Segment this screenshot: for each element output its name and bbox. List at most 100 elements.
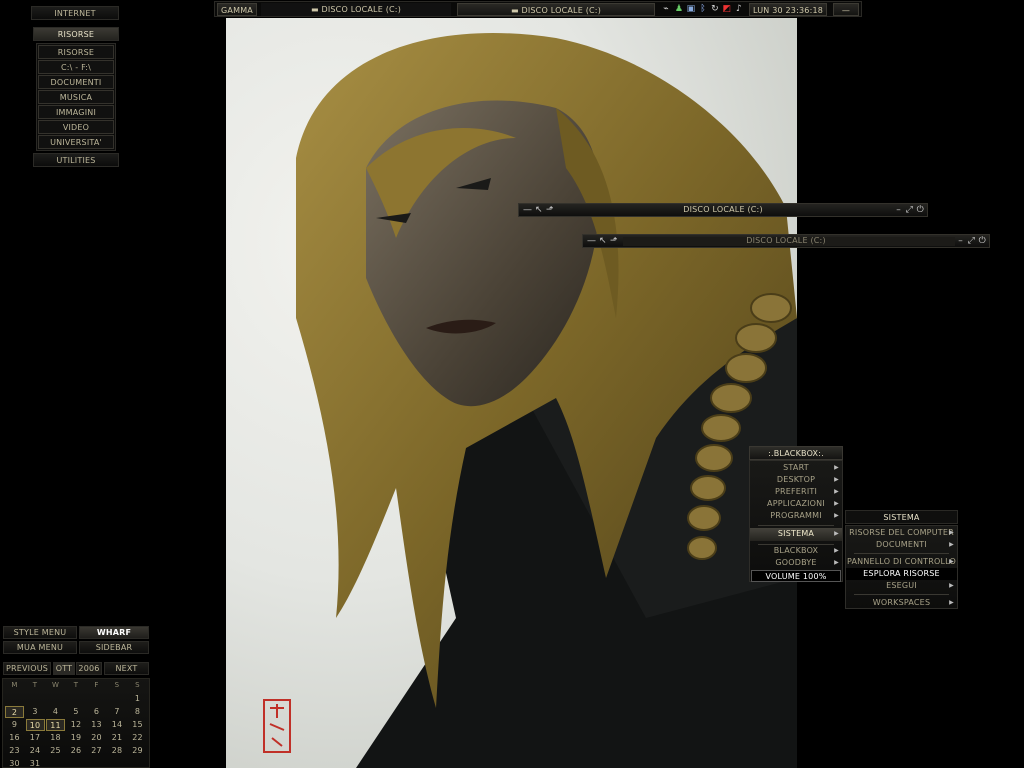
sidebar-item-video[interactable]: VIDEO: [38, 120, 114, 134]
workspace-label[interactable]: GAMMA: [217, 3, 257, 16]
menu-item-risorse-del-computer[interactable]: RISORSE DEL COMPUTER ▶: [846, 527, 957, 539]
menu-item-documenti[interactable]: DOCUMENTI ▶: [846, 539, 957, 551]
calendar-day[interactable]: 27: [87, 745, 106, 757]
calendar-day[interactable]: 3: [26, 706, 45, 718]
calendar-day[interactable]: 8: [128, 706, 147, 718]
sidebar-internet[interactable]: INTERNET: [31, 6, 119, 20]
speaker-icon[interactable]: ♪: [734, 4, 744, 14]
calendar-day[interactable]: 2: [5, 706, 24, 718]
menu-item-desktop[interactable]: DESKTOP ▶: [750, 474, 842, 486]
user-icon[interactable]: ♟: [674, 4, 684, 14]
volume-indicator[interactable]: VOLUME 100%: [751, 570, 841, 582]
calendar-day[interactable]: 24: [26, 745, 45, 757]
menu-item-programmi[interactable]: PROGRAMMI ▶: [750, 510, 842, 522]
menu-separator: [854, 553, 949, 554]
calendar-day[interactable]: 23: [5, 745, 24, 757]
calendar-day[interactable]: 16: [5, 732, 24, 744]
chevron-right-icon: ▶: [949, 558, 954, 565]
maximize-icon[interactable]: ⤢: [968, 235, 975, 247]
antivirus-icon[interactable]: ◩: [722, 4, 732, 14]
refresh-icon[interactable]: ↻: [710, 4, 720, 14]
wharf-button[interactable]: WHARF: [79, 626, 149, 639]
calendar-weekday: F: [94, 681, 99, 689]
drive-icon: ▬: [310, 5, 322, 14]
calendar-day[interactable]: 14: [108, 719, 127, 731]
chevron-right-icon: ▶: [834, 500, 839, 507]
calendar-weekday: M: [11, 681, 18, 689]
calendar-day[interactable]: 17: [26, 732, 45, 744]
calendar-day[interactable]: 11: [46, 719, 65, 731]
style-menu-button[interactable]: STYLE MENU: [3, 626, 77, 639]
calendar-day[interactable]: 1: [128, 693, 147, 705]
network-icon[interactable]: ⌁: [661, 4, 671, 14]
menu-item-esplora-risorse[interactable]: ESPLORA RISORSE: [846, 568, 957, 580]
menu-item-label: GOODBYE: [775, 558, 817, 567]
menu-item-label: RISORSE DEL COMPUTER: [849, 528, 954, 537]
calendar-day[interactable]: 21: [108, 732, 127, 744]
calendar-day[interactable]: 28: [108, 745, 127, 757]
calendar-day[interactable]: 19: [67, 732, 86, 744]
calendar-day[interactable]: 10: [25, 719, 45, 731]
window-disco-locale-2[interactable]: — ↖ ⬏ DISCO LOCALE (C:) – ⤢ ⏻: [582, 234, 990, 248]
calendar-day[interactable]: 25: [46, 745, 65, 757]
calendar-weekday: S: [114, 681, 120, 689]
menu-separator: [758, 525, 834, 526]
sidebar-item-drives[interactable]: C:\ - F:\: [38, 60, 114, 74]
chevron-right-icon: ▶: [949, 541, 954, 548]
chevron-right-icon: ▶: [949, 582, 954, 589]
calendar-day[interactable]: 4: [46, 706, 65, 718]
calendar-day[interactable]: 29: [128, 745, 147, 757]
next-month-button[interactable]: NEXT: [104, 662, 149, 675]
calendar-day[interactable]: 22: [128, 732, 147, 744]
calendar-day[interactable]: 20: [87, 732, 106, 744]
calendar-weekday: W: [51, 681, 60, 689]
menu-item-blackbox[interactable]: BLACKBOX ▶: [750, 545, 842, 557]
calendar-day[interactable]: 12: [67, 719, 86, 731]
minimize-icon[interactable]: –: [896, 204, 901, 216]
menu-item-pannello-di-controllo[interactable]: PANNELLO DI CONTROLLO ▶: [846, 556, 957, 568]
calendar-day[interactable]: 18: [46, 732, 65, 744]
calendar-weekday: T: [73, 681, 79, 689]
desktop-wallpaper: [226, 18, 797, 768]
sistema-menu-title: SISTEMA: [845, 510, 958, 524]
sidebar-item-musica[interactable]: MUSICA: [38, 90, 114, 104]
previous-month-button[interactable]: PREVIOUS: [3, 662, 51, 675]
sidebar-risorse[interactable]: RISORSE: [33, 27, 119, 41]
menu-item-applicazioni[interactable]: APPLICAZIONI ▶: [750, 498, 842, 510]
taskbar-item-2[interactable]: ▬ DISCO LOCALE (C:): [457, 3, 655, 16]
minimize-icon[interactable]: –: [958, 235, 963, 247]
maximize-icon[interactable]: ⤢: [906, 204, 913, 216]
month-label: OTT: [53, 662, 75, 675]
menu-item-goodbye[interactable]: GOODBYE ▶: [750, 557, 842, 569]
sidebar-utilities[interactable]: UTILITIES: [33, 153, 119, 167]
calendar-day[interactable]: 7: [108, 706, 127, 718]
window-disco-locale-1[interactable]: — ↖ ⬏ DISCO LOCALE (C:) – ⤢ ⏻: [518, 203, 928, 217]
calendar-day[interactable]: 9: [5, 719, 24, 731]
close-icon[interactable]: ⏻: [979, 235, 986, 247]
sidebar-item-documenti[interactable]: DOCUMENTI: [38, 75, 114, 89]
sidebar-item-universita[interactable]: UNIVERSITA': [38, 135, 114, 149]
sidebar-button[interactable]: SIDEBAR: [79, 641, 149, 654]
menu-item-preferiti[interactable]: PREFERITI ▶: [750, 486, 842, 498]
menu-item-start[interactable]: START ▶: [750, 462, 842, 474]
menu-item-label: PROGRAMMI: [770, 511, 822, 520]
sidebar-item-risorse[interactable]: RISORSE: [38, 45, 114, 59]
bluetooth-icon[interactable]: ᛒ: [698, 4, 708, 14]
monitor-icon[interactable]: ▣: [686, 4, 696, 14]
calendar-day[interactable]: 6: [87, 706, 106, 718]
calendar-day[interactable]: 31: [26, 758, 45, 768]
menu-item-sistema[interactable]: SISTEMA ▶: [750, 528, 842, 541]
calendar-day[interactable]: 30: [5, 758, 24, 768]
calendar-day[interactable]: 13: [87, 719, 106, 731]
minimize-toolbar-button[interactable]: —: [833, 3, 859, 16]
taskbar-item-1[interactable]: ▬ DISCO LOCALE (C:): [261, 3, 451, 16]
calendar-day[interactable]: 15: [128, 719, 147, 731]
menu-item-workspaces[interactable]: WORKSPACES ▶: [846, 597, 957, 609]
menu-separator: [854, 594, 949, 595]
sidebar-item-immagini[interactable]: IMMAGINI: [38, 105, 114, 119]
menu-item-esegui[interactable]: ESEGUI ▶: [846, 580, 957, 592]
calendar-day[interactable]: 26: [67, 745, 86, 757]
calendar-day[interactable]: 5: [67, 706, 86, 718]
close-icon[interactable]: ⏻: [917, 204, 924, 216]
mua-menu-button[interactable]: MUA MENU: [3, 641, 77, 654]
